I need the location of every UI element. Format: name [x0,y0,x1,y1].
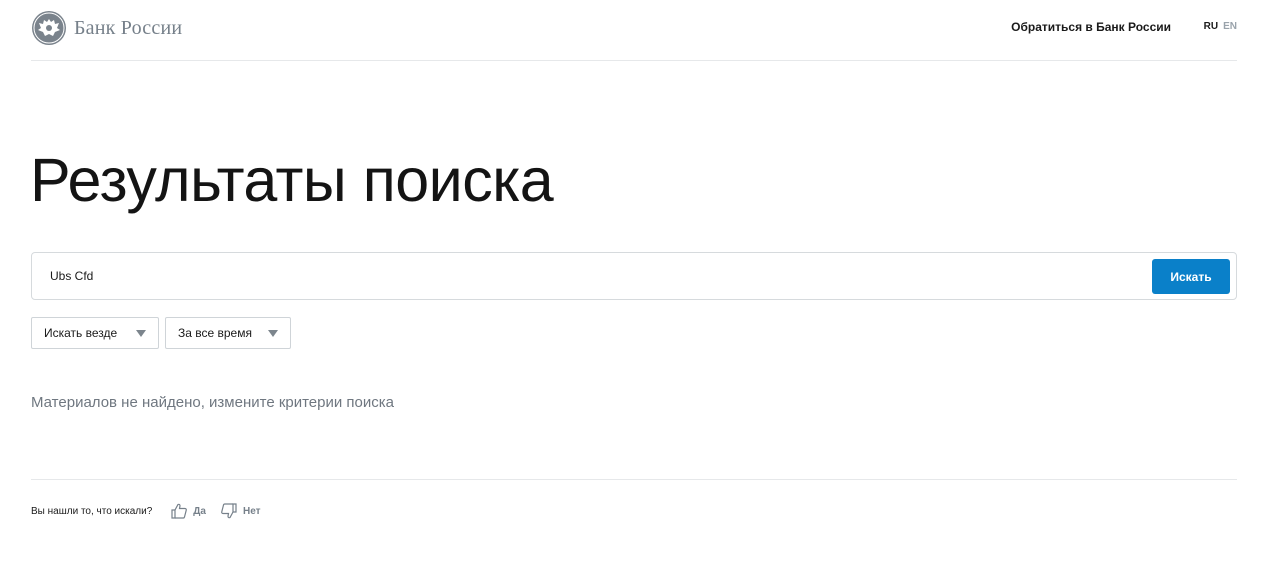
filter-period-label: За все время [178,326,252,340]
feedback-bar: Вы нашли то, что искали? Да Нет [31,502,275,520]
thumbs-down-icon [221,503,237,519]
search-button[interactable]: Искать [1152,259,1230,294]
search-form: Искать [31,252,1237,300]
bank-of-russia-eagle-icon [32,11,66,45]
filter-scope-label: Искать везде [44,326,118,340]
contact-bank-link[interactable]: Обратиться в Банк России [1011,20,1171,34]
site-header: Банк России Обратиться в Банк России RU … [31,0,1237,61]
feedback-yes-label: Да [193,505,206,517]
lang-ru[interactable]: RU [1204,21,1218,32]
thumbs-up-icon [171,503,188,519]
divider [31,479,1237,480]
no-results-message: Материалов не найдено, измените критерии… [31,394,394,411]
logo-text: Банк России [74,16,183,39]
feedback-no-label: Нет [242,505,261,517]
search-input[interactable] [50,266,1140,286]
feedback-no-button[interactable]: Нет [220,502,261,520]
caret-down-icon [268,330,278,337]
feedback-yes-button[interactable]: Да [170,502,206,520]
filter-scope-select[interactable]: Искать везде [31,317,159,349]
language-switcher: RU EN [1204,21,1237,32]
filter-period-select[interactable]: За все время [165,317,291,349]
feedback-question: Вы нашли то, что искали? [31,505,153,517]
page-title: Результаты поиска [30,146,554,214]
logo-link[interactable]: Банк России [31,10,182,46]
lang-en[interactable]: EN [1223,21,1237,32]
caret-down-icon [136,330,146,337]
